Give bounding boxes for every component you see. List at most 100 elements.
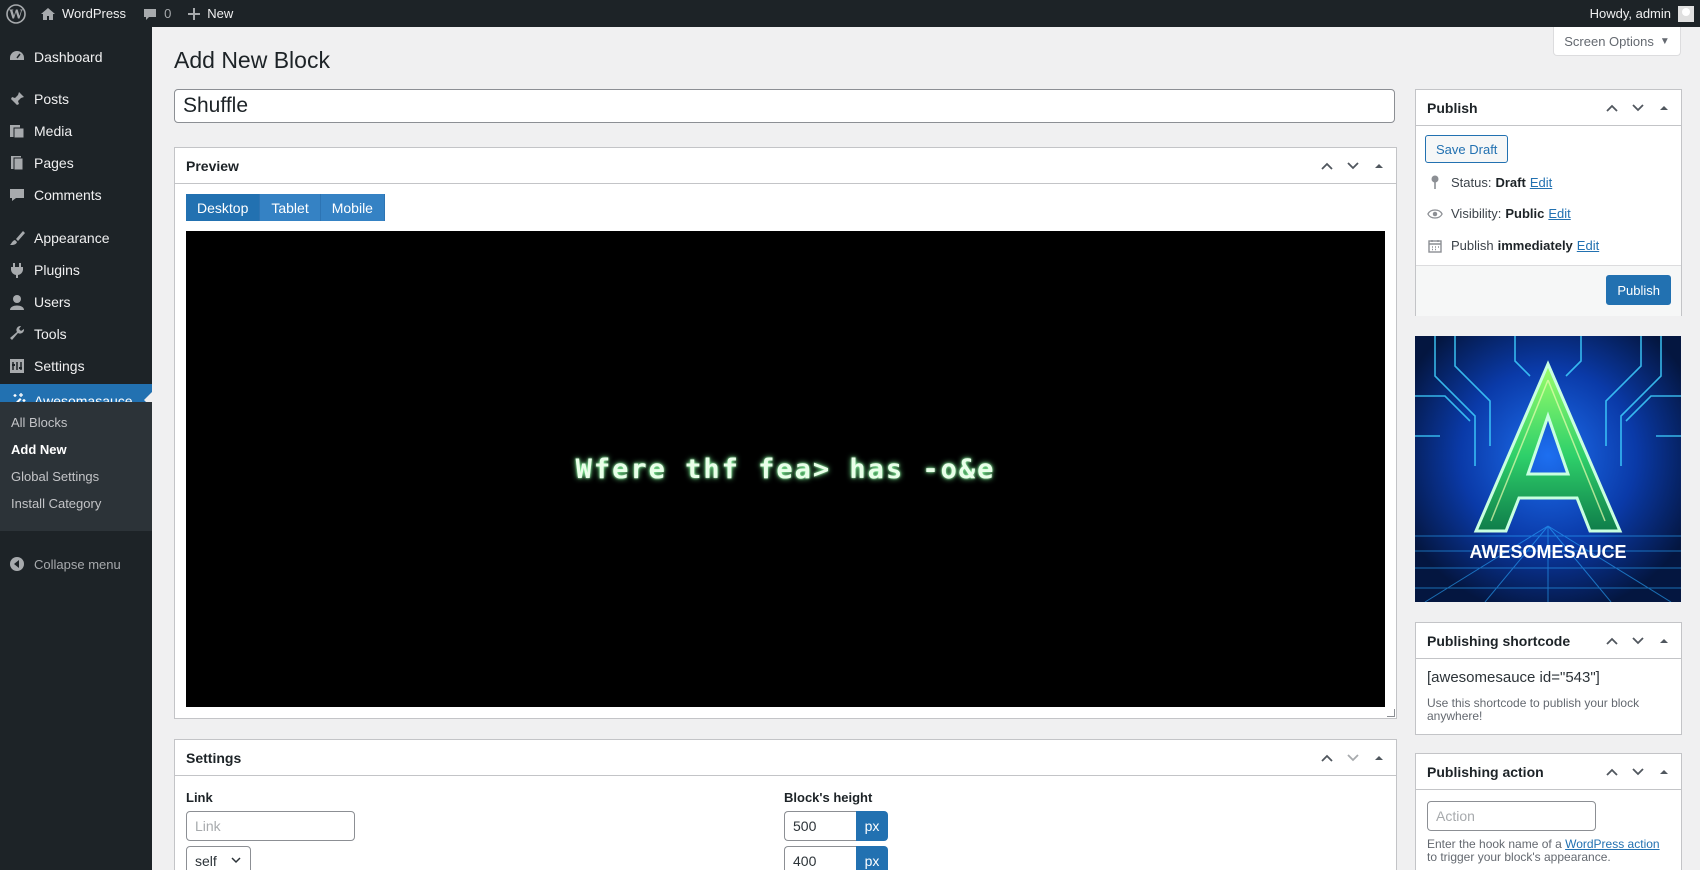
chevron-up-icon[interactable] [1316,747,1338,769]
chevron-down-icon[interactable] [1342,155,1364,177]
settings-box-title: Settings [186,749,242,766]
action-hook-input[interactable] [1427,801,1596,831]
pin-icon [1427,174,1443,190]
tab-desktop[interactable]: Desktop [186,194,261,221]
chevron-down-icon[interactable] [1627,761,1649,783]
chevron-up-icon[interactable] [1601,761,1623,783]
collapse-arrow-icon [0,556,34,572]
toggle-triangle-icon[interactable] [1653,630,1675,652]
chevron-down-icon[interactable] [1342,747,1364,769]
calendar-icon [1427,239,1443,253]
submenu-item-all-blocks[interactable]: All Blocks [11,415,67,430]
tab-tablet[interactable]: Tablet [260,194,321,221]
user-icon [0,293,34,311]
edit-status-link[interactable]: Edit [1530,175,1552,190]
box-controls [1316,148,1390,184]
settings-box: Settings Link self Block's height 500 px… [174,739,1397,870]
second-dimension-input[interactable]: 400 [784,846,856,870]
second-dimension-field: 400 px [784,846,888,870]
chevron-up-icon[interactable] [1601,630,1623,652]
second-dimension-unit: px [856,846,888,870]
sidebar-item-label: Media [34,123,73,139]
link-input[interactable] [186,811,355,841]
publish-box-title: Publish [1427,99,1478,116]
status-row: Status: Draft Edit [1427,174,1552,190]
awesomasauce-submenu: All Blocks Add New Global Settings Insta… [0,402,152,531]
sidebar-item-users[interactable]: Users [0,286,152,318]
chevron-up-icon[interactable] [1601,97,1623,119]
shortcode-box-title: Publishing shortcode [1427,632,1571,649]
preview-box: Preview Desktop Tablet Mobile Wfere thf … [174,147,1397,719]
publish-timing-value: immediately [1497,238,1573,253]
toggle-triangle-icon[interactable] [1368,155,1390,177]
publish-date-row: Publish immediately Edit [1427,238,1599,253]
save-draft-button[interactable]: Save Draft [1425,135,1509,163]
sidebar-item-label: Users [34,294,71,310]
howdy-text: Howdy, admin [1589,6,1671,21]
chevron-down-icon[interactable] [1627,630,1649,652]
screen-options-button[interactable]: Screen Options ▼ [1553,27,1681,56]
sidebar-item-appearance[interactable]: Appearance [0,222,152,254]
visibility-value: Public [1505,206,1545,221]
toggle-triangle-icon[interactable] [1368,747,1390,769]
pages-icon [0,154,34,172]
new-label: New [207,6,234,21]
sidebar-item-settings[interactable]: Settings [0,350,152,382]
page-title: Add New Block [174,47,330,73]
collapse-menu-button[interactable]: Collapse menu [0,556,121,572]
avatar [1678,5,1694,22]
chevron-down-icon [230,853,242,869]
sidebar-item-label: Plugins [34,262,80,278]
box-controls [1601,754,1675,790]
edit-date-link[interactable]: Edit [1577,238,1599,253]
site-name-link[interactable]: WordPress [32,0,134,27]
shortcode-value[interactable]: [awesomesauce id="543"] [1427,669,1600,686]
action-desc-text: Enter the hook name of a [1427,837,1566,851]
chevron-down-icon[interactable] [1627,97,1649,119]
toggle-triangle-icon[interactable] [1653,761,1675,783]
link-target-select[interactable]: self [186,846,251,870]
publish-label: Publish [1451,238,1494,253]
awesomesauce-logo-image: AWESOMESAUCE [1415,336,1681,602]
block-title-input[interactable] [174,89,1395,123]
logo-wordmark: AWESOMESAUCE [1469,542,1626,562]
edit-visibility-link[interactable]: Edit [1548,206,1570,221]
sidebar-item-comments[interactable]: Comments [0,179,152,211]
sidebar-item-plugins[interactable]: Plugins [0,254,152,286]
submenu-item-global-settings[interactable]: Global Settings [11,469,99,484]
svg-text:W: W [8,7,23,21]
sidebar-item-tools[interactable]: Tools [0,318,152,350]
wrench-icon [0,325,34,343]
awesomesauce-logo: AWESOMESAUCE [1415,336,1681,602]
wordpress-logo-icon[interactable]: W [0,0,32,27]
comment-icon [142,6,158,22]
toggle-triangle-icon[interactable] [1653,97,1675,119]
shortcode-description: Use this shortcode to publish your block… [1427,696,1640,723]
submenu-item-add-new[interactable]: Add New [11,442,67,457]
publish-button[interactable]: Publish [1606,275,1671,305]
block-height-input[interactable]: 500 [784,811,856,841]
box-controls [1601,623,1675,659]
wordpress-action-link[interactable]: WordPress action [1565,837,1659,851]
tab-mobile[interactable]: Mobile [320,194,385,221]
sidebar-item-dashboard[interactable]: Dashboard [0,41,152,73]
chevron-up-icon[interactable] [1316,155,1338,177]
sidebar-item-pages[interactable]: Pages [0,147,152,179]
preview-box-header: Preview [175,148,1396,184]
comments-link[interactable]: 0 [134,0,179,27]
sidebar-item-media[interactable]: Media [0,115,152,147]
site-name: WordPress [62,6,127,21]
link-target-value: self [195,853,217,869]
eye-icon [1427,208,1443,220]
settings-box-header: Settings [175,740,1396,776]
comment-icon [0,186,34,204]
sidebar-item-label: Pages [34,155,74,171]
block-height-field: 500 px [784,811,888,841]
new-content-link[interactable]: New [179,0,241,27]
preview-shuffle-text: Wfere thf fea> has -o&e [575,453,996,485]
my-account-link[interactable]: Howdy, admin [1582,0,1700,27]
resize-handle[interactable] [1387,709,1395,717]
box-controls [1316,740,1390,776]
submenu-item-install-category[interactable]: Install Category [11,496,101,511]
sidebar-item-posts[interactable]: Posts [0,83,152,115]
